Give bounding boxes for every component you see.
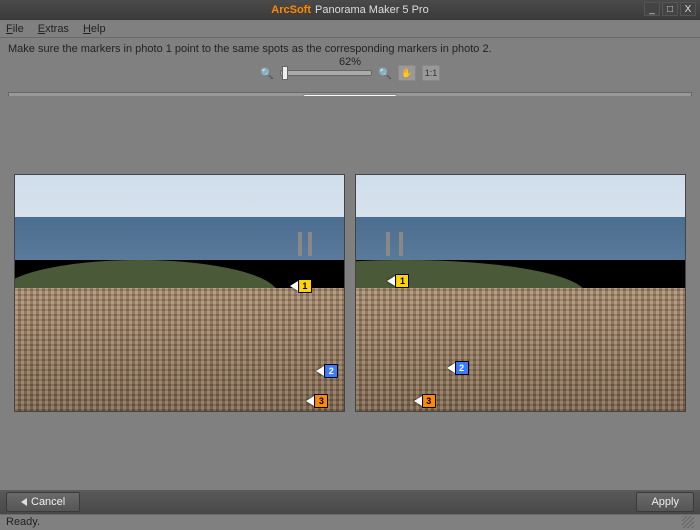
instruction-text: Make sure the markers in photo 1 point t… (0, 38, 700, 58)
minimize-button[interactable]: _ (644, 2, 660, 16)
zoom-percent-label: 62% (339, 56, 361, 68)
menubar: File Extras Help (0, 20, 700, 38)
bottom-bar: Cancel Apply (0, 490, 700, 514)
marker-2[interactable]: 2 (455, 361, 469, 375)
zoom-out-icon[interactable]: 🔍 (260, 66, 274, 80)
cancel-label: Cancel (31, 496, 65, 508)
marker-3[interactable]: 3 (422, 394, 436, 408)
zoom-slider[interactable] (280, 70, 372, 76)
arrow-left-icon (21, 498, 27, 506)
zoom-in-icon[interactable]: 🔍 (378, 66, 392, 80)
pan-hand-button[interactable]: ✋ (398, 65, 416, 81)
workspace: 1 2 3 1 2 3 (0, 96, 700, 490)
photo-1[interactable]: 1 2 3 (14, 174, 345, 412)
window-controls: _ □ X (644, 2, 696, 16)
marker-1[interactable]: 1 (298, 279, 312, 293)
photo-2[interactable]: 1 2 3 (355, 174, 686, 412)
status-text: Ready. (6, 516, 40, 529)
cancel-button[interactable]: Cancel (6, 492, 80, 512)
titlebar: ArcSoft Panorama Maker 5 Pro _ □ X (0, 0, 700, 20)
statusbar: Ready. (0, 514, 700, 530)
resize-grip-icon[interactable] (682, 516, 694, 528)
marker-2[interactable]: 2 (324, 364, 338, 378)
menu-extras[interactable]: Extras (38, 23, 69, 35)
zoom-toolbar: 62% 🔍 🔍 ✋ 1:1 (0, 58, 700, 88)
menu-file[interactable]: File (6, 23, 24, 35)
photo-row: 1 2 3 1 2 3 (14, 174, 686, 412)
marker-1[interactable]: 1 (395, 274, 409, 288)
apply-button[interactable]: Apply (636, 492, 694, 512)
title-brand: ArcSoft (271, 4, 311, 16)
maximize-button[interactable]: □ (662, 2, 678, 16)
marker-3[interactable]: 3 (314, 394, 328, 408)
menu-help[interactable]: Help (83, 23, 106, 35)
close-button[interactable]: X (680, 2, 696, 16)
actual-size-button[interactable]: 1:1 (422, 65, 440, 81)
apply-label: Apply (651, 496, 679, 508)
title-app: Panorama Maker 5 Pro (315, 4, 429, 16)
zoom-slider-thumb[interactable] (282, 66, 288, 80)
